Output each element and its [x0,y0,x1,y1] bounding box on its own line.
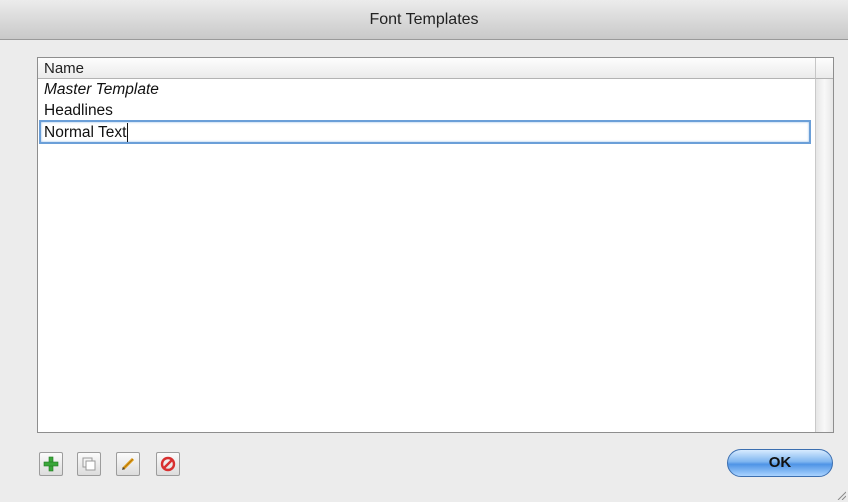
window-title: Font Templates [369,11,479,28]
table-row[interactable]: Headlines [44,102,113,122]
row-edit-field[interactable]: Normal Text [39,120,811,144]
row-label: Headlines [44,102,113,119]
delete-icon [160,456,176,472]
duplicate-button[interactable] [77,452,101,476]
title-bar[interactable]: Font Templates [0,0,848,40]
edit-icon [121,457,135,471]
templates-table[interactable]: Name Master Template Headlines Normal Te… [37,57,834,433]
edit-button[interactable] [116,452,140,476]
delete-button[interactable] [156,452,180,476]
resize-grip-icon[interactable] [836,490,846,500]
row-label: Master Template [44,81,159,98]
edit-field-text: Normal Text [44,123,129,142]
add-icon [43,456,59,472]
ok-button[interactable]: OK [727,449,833,477]
column-header-name[interactable]: Name [38,58,815,79]
duplicate-icon [82,457,96,471]
vertical-scrollbar[interactable] [815,79,833,432]
table-row[interactable]: Master Template [44,81,159,101]
column-header-label: Name [44,60,85,77]
header-corner [815,58,833,79]
add-button[interactable] [39,452,63,476]
